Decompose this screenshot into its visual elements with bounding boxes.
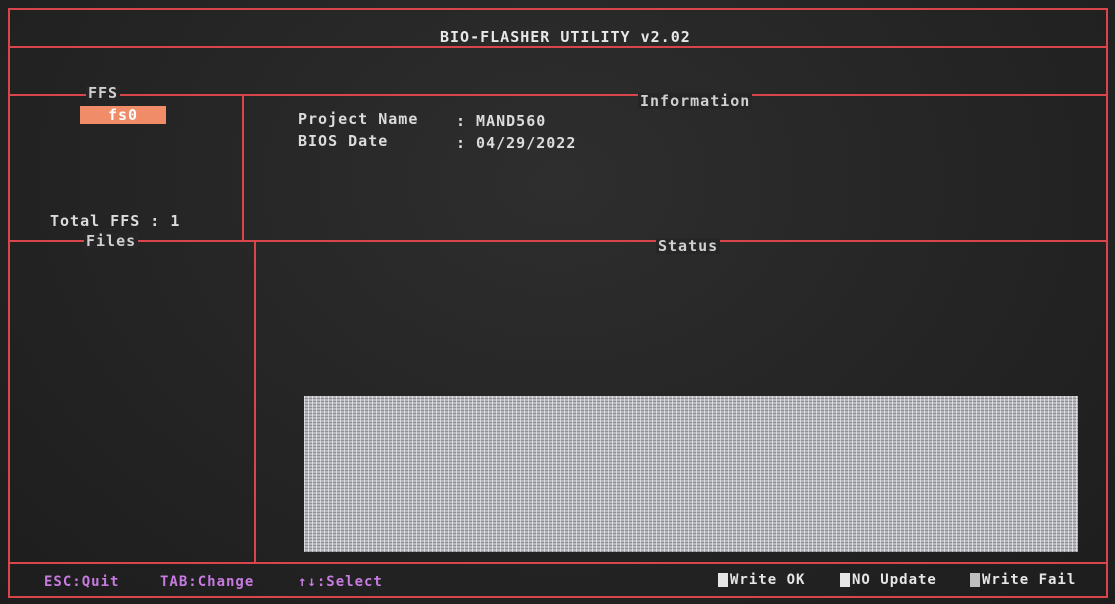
ffs-panel-heading: FFS — [86, 84, 121, 102]
legend-write-ok: Write OK — [718, 572, 805, 588]
bottom-border — [8, 596, 1108, 598]
ffs-item-fs0[interactable]: fs0 — [80, 106, 166, 124]
no-update-label: NO Update — [852, 572, 937, 588]
title-divider — [8, 46, 1108, 48]
write-fail-swatch — [970, 573, 980, 587]
write-fail-label: Write Fail — [982, 572, 1077, 588]
select-hint: ↑↓:Select — [298, 574, 383, 590]
right-border — [1106, 8, 1108, 598]
write-ok-label: Write OK — [730, 572, 806, 588]
top-border — [8, 8, 1108, 10]
project-name-label: Project Name — [298, 110, 419, 128]
flash-block-map — [304, 396, 1078, 552]
tab-change-hint: TAB:Change — [160, 574, 255, 590]
ffs-total: Total FFS : 1 — [50, 212, 181, 230]
bios-date-value: : 04/29/2022 — [456, 134, 577, 152]
esc-quit-hint: ESC:Quit — [44, 574, 120, 590]
status-panel-heading: Status — [656, 237, 721, 255]
utility-title: BIO-FLASHER UTILITY v2.02 — [440, 28, 691, 46]
footer-divider — [8, 562, 1108, 564]
project-name-value: : MAND560 — [456, 112, 547, 130]
legend-write-fail: Write Fail — [970, 572, 1076, 588]
upper-left-separator — [242, 94, 244, 240]
information-panel-heading: Information — [638, 92, 753, 110]
write-ok-swatch — [718, 573, 728, 587]
bios-date-label: BIOS Date — [298, 132, 389, 150]
middle-section-divider — [8, 240, 1108, 242]
left-border — [8, 8, 10, 598]
legend-no-update: NO Update — [840, 572, 937, 588]
upper-section-divider — [8, 94, 1108, 96]
files-panel-heading: Files — [84, 232, 139, 250]
no-update-swatch — [840, 573, 850, 587]
bios-screen: BIO-FLASHER UTILITY v2.02 FFS fs0 Total … — [0, 0, 1115, 604]
lower-left-separator — [254, 240, 256, 562]
